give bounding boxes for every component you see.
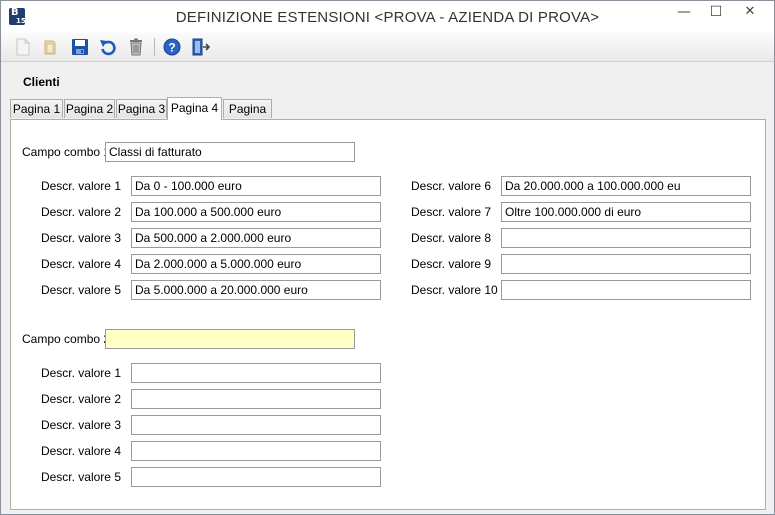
title-bar: B 15 DEFINIZIONE ESTENSIONI <PROVA - AZI… (1, 1, 774, 33)
section-label: Clienti (23, 75, 60, 89)
combo1-value7-label: Descr. valore 7 (411, 205, 492, 219)
combo2-value3-label: Descr. valore 3 (40, 418, 121, 432)
tab-pagina-2[interactable]: Pagina 2 (64, 99, 115, 118)
svg-text:?: ? (168, 41, 175, 55)
combo2-label: Campo combo 2 (22, 332, 111, 346)
combo2-value2-field[interactable] (131, 389, 381, 409)
combo2-value5-label: Descr. valore 5 (40, 470, 121, 484)
delete-button[interactable] (125, 37, 147, 57)
combo2-value2-label: Descr. valore 2 (40, 392, 121, 406)
tab-pagina-5[interactable]: Pagina 5 (223, 99, 272, 135)
exit-icon (192, 38, 211, 56)
open-button[interactable] (39, 37, 61, 57)
combo1-value4-field[interactable]: Da 2.000.000 a 5.000.000 euro (131, 254, 381, 274)
combo1-value1-label: Descr. valore 1 (40, 179, 121, 193)
combo1-value10-label: Descr. valore 10 (411, 283, 498, 297)
combo1-value6-label: Descr. valore 6 (411, 179, 492, 193)
minimize-icon: — (677, 4, 691, 20)
help-icon: ? (163, 38, 181, 56)
combo1-field[interactable]: Classi di fatturato (105, 142, 355, 162)
combo1-value9-label: Descr. valore 9 (411, 257, 492, 271)
new-document-icon (16, 38, 30, 56)
combo1-value6-field[interactable]: Da 20.000.000 a 100.000.000 eu (501, 176, 751, 196)
combo1-value7-field[interactable]: Oltre 100.000.000 di euro (501, 202, 751, 222)
combo1-value10-field[interactable] (501, 280, 751, 300)
undo-icon (100, 40, 116, 56)
combo2-value4-label: Descr. valore 4 (40, 444, 121, 458)
help-button[interactable]: ? (161, 37, 183, 57)
exit-button[interactable] (190, 37, 212, 57)
tab-pagina-3[interactable]: Pagina 3 (116, 99, 167, 118)
combo1-value8-field[interactable] (501, 228, 751, 248)
combo1-value5-label: Descr. valore 5 (40, 283, 121, 297)
combo1-value2-field[interactable]: Da 100.000 a 500.000 euro (131, 202, 381, 222)
combo2-value1-field[interactable] (131, 363, 381, 383)
maximize-icon: ☐ (709, 4, 723, 20)
toolbar: ? (1, 33, 774, 62)
minimize-button[interactable]: — (669, 1, 699, 25)
combo1-value2-label: Descr. valore 2 (40, 205, 121, 219)
combo1-value8-label: Descr. valore 8 (411, 231, 492, 245)
combo2-field[interactable] (105, 329, 355, 349)
tab-pagina-1[interactable]: Pagina 1 (10, 99, 63, 118)
undo-button[interactable] (97, 37, 119, 57)
combo1-label: Campo combo 1 (22, 145, 111, 159)
combo1-value5-field[interactable]: Da 5.000.000 a 20.000.000 euro (131, 280, 381, 300)
tab-pagina-4[interactable]: Pagina 4 (167, 97, 222, 120)
close-button[interactable]: ✕ (734, 1, 766, 25)
maximize-button[interactable]: ☐ (701, 1, 731, 25)
combo2-value3-field[interactable] (131, 415, 381, 435)
combo1-value9-field[interactable] (501, 254, 751, 274)
combo1-value3-label: Descr. valore 3 (40, 231, 121, 245)
main-window: B 15 DEFINIZIONE ESTENSIONI <PROVA - AZI… (0, 0, 775, 515)
save-button[interactable] (69, 37, 91, 57)
toolbar-separator (154, 38, 155, 56)
save-icon (72, 39, 88, 55)
combo1-value3-field[interactable]: Da 500.000 a 2.000.000 euro (131, 228, 381, 248)
new-document-button[interactable] (12, 37, 34, 57)
close-icon: ✕ (744, 4, 756, 19)
combo2-value4-field[interactable] (131, 441, 381, 461)
window-title: DEFINIZIONE ESTENSIONI <PROVA - AZIENDA … (175, 9, 600, 26)
delete-icon (130, 38, 142, 56)
open-folder-icon (44, 40, 56, 55)
combo2-value5-field[interactable] (131, 467, 381, 487)
combo1-value1-field[interactable]: Da 0 - 100.000 euro (131, 176, 381, 196)
combo1-value4-label: Descr. valore 4 (40, 257, 121, 271)
combo2-value1-label: Descr. valore 1 (40, 366, 121, 380)
